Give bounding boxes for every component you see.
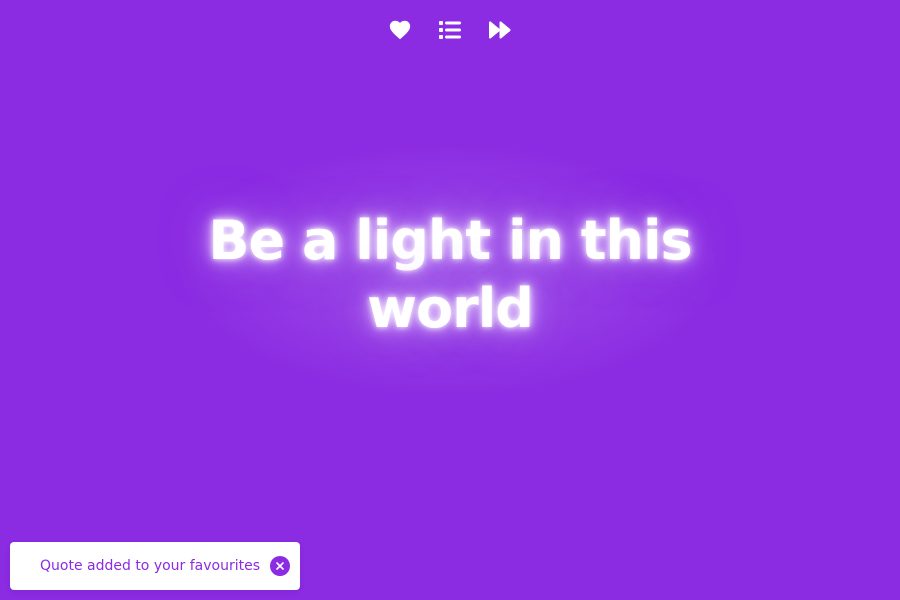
quote-text: Be a light in this world xyxy=(208,209,692,340)
toast-message: Quote added to your favourites xyxy=(40,558,261,574)
list-icon xyxy=(439,21,461,39)
toast-notification: Quote added to your favourites xyxy=(10,542,300,590)
favourite-button[interactable] xyxy=(388,18,412,42)
close-icon xyxy=(276,562,284,570)
quote-stage: Be a light in this world Quote added to … xyxy=(0,0,900,600)
next-quote-button[interactable] xyxy=(488,18,512,42)
heart-icon xyxy=(389,20,411,40)
quote-container: Be a light in this world xyxy=(150,200,750,350)
fast-forward-icon xyxy=(489,21,511,39)
toast-close-button[interactable] xyxy=(270,556,290,576)
toolbar xyxy=(0,18,900,42)
favourites-list-button[interactable] xyxy=(438,18,462,42)
